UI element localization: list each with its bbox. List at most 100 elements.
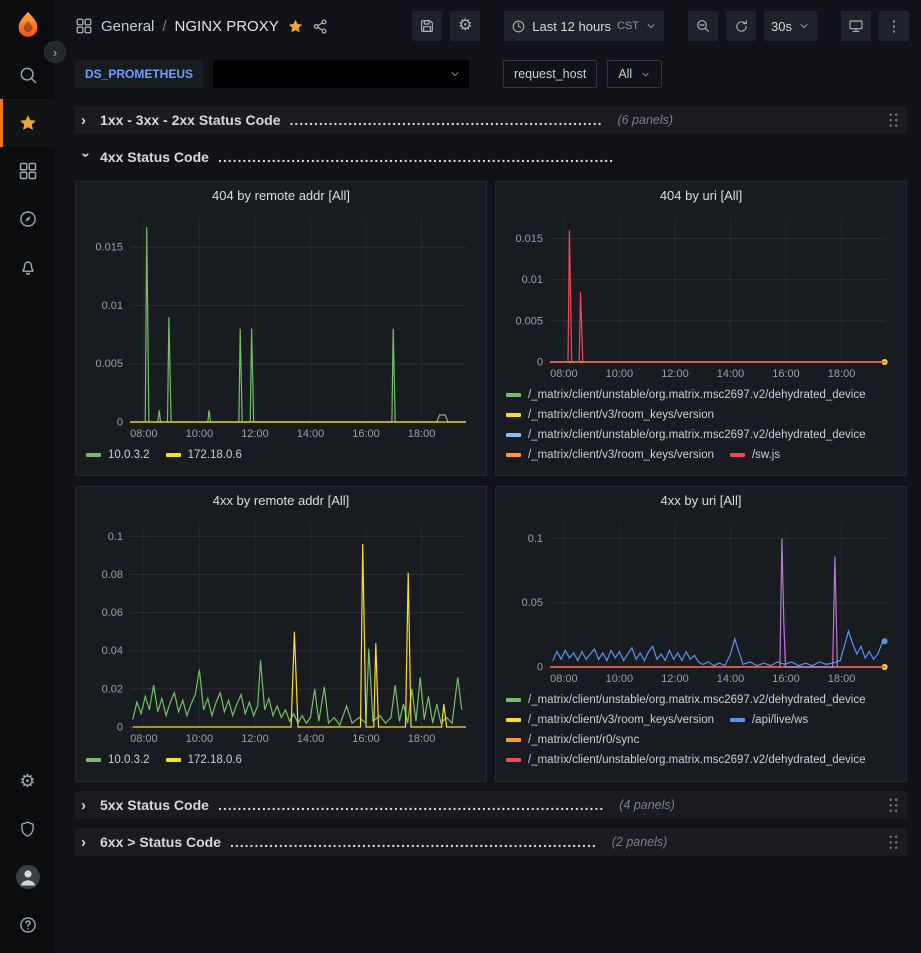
legend-swatch-icon [506, 393, 521, 397]
legend-label: /_matrix/client/unstable/org.matrix.msc2… [528, 690, 866, 710]
save-dashboard-button[interactable] [412, 11, 442, 41]
panel-title[interactable]: 4xx by remote addr [All] [76, 487, 486, 513]
datasource-variable-label[interactable]: DS_PROMETHEUS [75, 60, 203, 88]
request-host-variable-value[interactable]: All [607, 60, 662, 88]
legend-label: /_matrix/client/r0/sync [528, 730, 639, 750]
panel-title[interactable]: 404 by remote addr [All] [76, 182, 486, 208]
sidebar-item-explore[interactable] [0, 195, 55, 243]
gear-icon: ⚙ [19, 772, 35, 790]
svg-text:12:00: 12:00 [241, 733, 269, 745]
sidebar-bottom-group: ⚙ [0, 757, 55, 953]
timeseries-chart[interactable]: 08:0010:0012:0014:0016:0018:0000.0050.01… [84, 210, 478, 442]
share-icon[interactable] [312, 18, 329, 35]
sidebar-item-starred[interactable] [0, 99, 55, 147]
timeseries-chart[interactable]: 08:0010:0012:0014:0016:0018:0000.0050.01… [504, 210, 898, 382]
breadcrumb-section[interactable]: General [101, 18, 154, 35]
breadcrumb-separator: / [162, 18, 166, 35]
svg-text:12:00: 12:00 [241, 428, 269, 440]
svg-text:12:00: 12:00 [661, 368, 689, 380]
legend-swatch-icon [506, 738, 521, 742]
legend-label: /_matrix/client/unstable/org.matrix.msc2… [528, 750, 866, 770]
sidebar-item-server-admin[interactable] [0, 805, 55, 853]
search-icon [18, 65, 38, 85]
monitor-icon [848, 18, 864, 34]
more-options-button[interactable]: ⋮ [879, 11, 909, 41]
dashboard-grid-icon [75, 17, 93, 35]
legend-item[interactable]: 172.18.0.6 [166, 445, 242, 465]
legend-item[interactable]: /_matrix/client/unstable/org.matrix.msc2… [506, 750, 866, 770]
svg-text:0.06: 0.06 [102, 607, 123, 619]
legend-item[interactable]: /_matrix/client/unstable/org.matrix.msc2… [506, 385, 866, 405]
legend-item[interactable]: /_matrix/client/unstable/org.matrix.msc2… [506, 425, 866, 445]
svg-text:10:00: 10:00 [186, 428, 214, 440]
legend-item[interactable]: /_matrix/client/v3/room_keys/version [506, 445, 714, 465]
row-dots: ........................................… [218, 149, 614, 165]
row-4xx[interactable]: › 4xx Status Code ......................… [75, 143, 907, 171]
timeseries-chart[interactable]: 08:0010:0012:0014:0016:0018:0000.050.1 [504, 515, 898, 687]
row-dots: ........................................… [218, 797, 604, 813]
svg-text:0.01: 0.01 [102, 300, 123, 312]
dashboard-header: General / NGINX PROXY ⚙ [55, 0, 921, 52]
legend-label: 172.18.0.6 [188, 750, 242, 770]
svg-text:0.02: 0.02 [102, 683, 123, 695]
legend-label: 172.18.0.6 [188, 445, 242, 465]
sidebar-item-configuration[interactable]: ⚙ [0, 757, 55, 805]
refresh-interval-label: 30s [771, 19, 792, 34]
svg-text:14:00: 14:00 [717, 673, 745, 685]
datasource-variable-select[interactable] [213, 60, 469, 88]
svg-text:18:00: 18:00 [408, 428, 436, 440]
legend-item[interactable]: /_matrix/client/v3/room_keys/version [506, 710, 714, 730]
row-1xx-3xx-2xx[interactable]: › 1xx - 3xx - 2xx Status Code ..........… [75, 106, 907, 134]
page-title[interactable]: NGINX PROXY [175, 18, 279, 35]
panel-legend: /_matrix/client/unstable/org.matrix.msc2… [496, 382, 906, 469]
svg-text:0: 0 [537, 662, 543, 674]
time-range-picker[interactable]: Last 12 hours CST [504, 11, 664, 41]
tv-mode-button[interactable] [841, 11, 871, 41]
zoom-out-button[interactable] [688, 11, 718, 41]
legend-label: /_matrix/client/v3/room_keys/version [528, 405, 714, 425]
legend-label: /_matrix/client/unstable/org.matrix.msc2… [528, 385, 866, 405]
legend-swatch-icon [506, 433, 521, 437]
legend-item[interactable]: /api/live/ws [730, 710, 808, 730]
legend-swatch-icon [166, 453, 181, 457]
sidebar-item-help[interactable] [0, 901, 55, 949]
row-drag-handle[interactable] [888, 797, 899, 814]
sidebar-item-profile[interactable] [0, 853, 55, 901]
legend-item[interactable]: 10.0.3.2 [86, 750, 150, 770]
sidebar-expand-button[interactable]: › [44, 41, 66, 63]
avatar [15, 864, 41, 890]
refresh-interval-picker[interactable]: 30s [764, 11, 817, 41]
legend-item[interactable]: /_matrix/client/r0/sync [506, 730, 639, 750]
legend-item[interactable]: 172.18.0.6 [166, 750, 242, 770]
svg-text:0.04: 0.04 [102, 645, 123, 657]
svg-text:08:00: 08:00 [130, 428, 158, 440]
favorite-star-icon[interactable] [287, 18, 304, 35]
chevron-down-icon [449, 68, 461, 80]
legend-item[interactable]: /_matrix/client/unstable/org.matrix.msc2… [506, 690, 866, 710]
chevron-right-icon: › [81, 834, 91, 851]
svg-text:0.08: 0.08 [102, 569, 123, 581]
legend-swatch-icon [506, 698, 521, 702]
refresh-button[interactable] [726, 11, 756, 41]
grafana-logo[interactable] [13, 10, 43, 45]
row-panel-count: (2 panels) [612, 835, 668, 849]
sidebar-item-dashboards[interactable] [0, 147, 55, 195]
timeseries-chart[interactable]: 08:0010:0012:0014:0016:0018:0000.020.040… [84, 515, 478, 747]
row-dots: ........................................… [230, 834, 597, 850]
legend-item[interactable]: /_matrix/client/v3/room_keys/version [506, 405, 714, 425]
panel-legend: 10.0.3.2 172.18.0.6 [76, 442, 486, 469]
row-drag-handle[interactable] [888, 112, 899, 129]
row-drag-handle[interactable] [888, 834, 899, 851]
svg-text:0: 0 [117, 417, 123, 429]
dashboard-body: › 1xx - 3xx - 2xx Status Code ..........… [55, 96, 921, 856]
panel-title[interactable]: 4xx by uri [All] [496, 487, 906, 513]
legend-item[interactable]: /sw.js [730, 445, 780, 465]
dashboard-settings-button[interactable]: ⚙ [450, 11, 480, 41]
save-icon [419, 18, 435, 34]
sidebar-item-alerting[interactable] [0, 243, 55, 291]
row-6xx[interactable]: › 6xx > Status Code ....................… [75, 828, 907, 856]
request-host-variable-label[interactable]: request_host [503, 60, 597, 88]
legend-item[interactable]: 10.0.3.2 [86, 445, 150, 465]
panel-title[interactable]: 404 by uri [All] [496, 182, 906, 208]
row-5xx[interactable]: › 5xx Status Code ......................… [75, 791, 907, 819]
